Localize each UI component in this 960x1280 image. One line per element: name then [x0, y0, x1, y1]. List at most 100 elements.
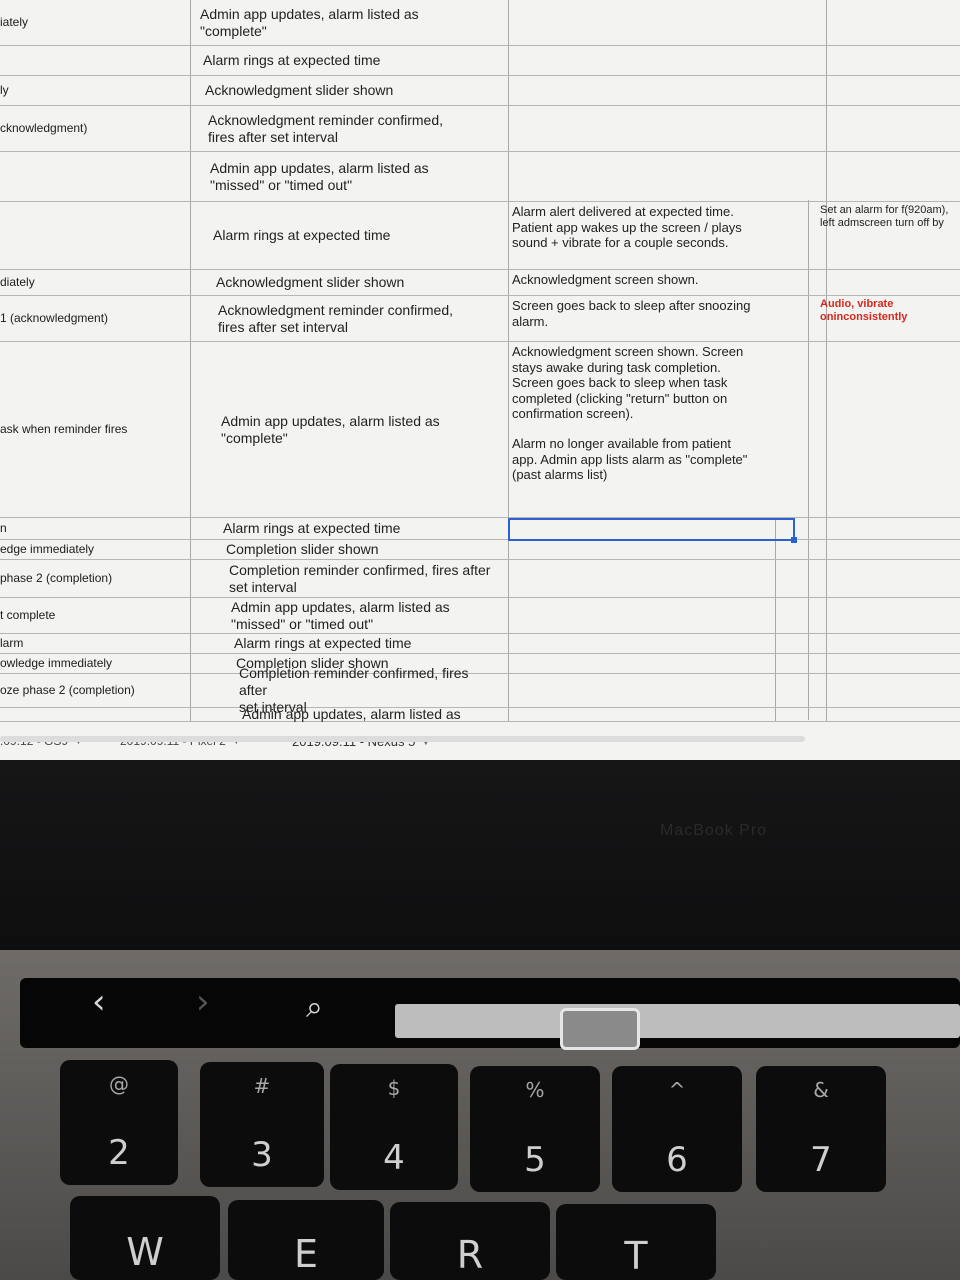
- cell-step[interactable]: larm: [0, 634, 190, 653]
- cell-text: (past alarms list): [512, 467, 608, 483]
- cell-actual-result[interactable]: [508, 654, 808, 673]
- cell-step[interactable]: [0, 152, 190, 201]
- cell-text: alarm.: [512, 313, 549, 329]
- cell-expected-result[interactable]: Admin app updates, alarm listed as "misse…: [227, 598, 504, 633]
- cell-actual-result[interactable]: Acknowledgment screen shown. Screen stays…: [508, 342, 808, 517]
- fill-handle[interactable]: [791, 537, 797, 543]
- key-character: 3: [251, 1135, 273, 1175]
- cell-step[interactable]: t complete: [0, 598, 190, 633]
- keyboard-key[interactable]: W: [70, 1196, 220, 1280]
- selected-cell[interactable]: [508, 518, 797, 543]
- cell-actual-result[interactable]: [508, 152, 808, 201]
- key-character: R: [456, 1233, 484, 1278]
- back-chevron-icon[interactable]: ‹: [92, 982, 106, 1022]
- keyboard-key[interactable]: #3: [200, 1062, 324, 1187]
- cell-expected-result[interactable]: Alarm rings at expected time: [209, 202, 504, 269]
- cell-step[interactable]: ly: [0, 76, 190, 105]
- keyboard-key[interactable]: @2: [60, 1060, 178, 1185]
- brand-label: MacBook Pro: [660, 822, 768, 839]
- cell-actual-result[interactable]: [508, 76, 808, 105]
- keyboard-key[interactable]: T: [556, 1204, 716, 1280]
- keyboard-key[interactable]: % 5: [470, 1066, 600, 1192]
- cell-notes[interactable]: Audio, vibrate oninconsistently: [816, 296, 960, 341]
- cell-expected-result[interactable]: Admin app updates, alarm listed as "misse…: [206, 152, 504, 201]
- cell-expected-result[interactable]: Admin app updates, alarm listed as: [238, 706, 504, 722]
- cell-step[interactable]: [0, 46, 190, 75]
- cell-expected-result[interactable]: Acknowledgment slider shown: [201, 76, 504, 105]
- cell-text: fires after set interval: [208, 128, 338, 145]
- cell-step[interactable]: 1 (acknowledgment): [0, 296, 190, 341]
- key-character: 6: [666, 1140, 688, 1180]
- cell-text: Set an alarm for f: [820, 204, 905, 216]
- cell-actual-result[interactable]: [508, 598, 808, 633]
- cell-actual-result[interactable]: [508, 708, 808, 721]
- key-shift-symbol: ^: [668, 1078, 686, 1102]
- table-row: edge immediately Completion slider shown: [0, 540, 960, 560]
- cell-text: app. Admin app lists alarm as "complete": [512, 451, 748, 467]
- cell-expected-result[interactable]: Completion slider shown: [222, 540, 504, 559]
- cell-text: confirmation screen).: [512, 406, 634, 422]
- cell-actual-result[interactable]: Acknowledgment screen shown.: [508, 270, 808, 295]
- table-row: Admin app updates, alarm listed as: [0, 706, 960, 722]
- cell-actual-result[interactable]: [508, 674, 808, 707]
- cell-text: Admin app updates, alarm listed as: [200, 5, 419, 22]
- cell-actual-result[interactable]: [508, 560, 808, 597]
- cell-step[interactable]: owledge immediately: [0, 654, 190, 673]
- cell-text: "complete": [200, 22, 267, 39]
- cell-actual-result[interactable]: [508, 0, 808, 45]
- cell-expected-result[interactable]: Admin app updates, alarm listed as "compl…: [196, 0, 504, 45]
- cell-step[interactable]: phase 2 (completion): [0, 560, 190, 597]
- cell-text: Acknowledgment slider shown: [216, 274, 405, 291]
- keyboard-key[interactable]: E: [228, 1200, 384, 1280]
- cell-actual-result[interactable]: Alarm alert delivered at expected time. P…: [508, 202, 808, 269]
- cell-step[interactable]: [0, 708, 190, 721]
- cell-text: set interval: [229, 578, 297, 595]
- tab-preview-strip[interactable]: [395, 1004, 960, 1038]
- cell-actual-result[interactable]: Screen goes back to sleep after snoozing…: [508, 296, 808, 341]
- table-row: t complete Admin app updates, alarm liste…: [0, 598, 960, 634]
- active-tab-thumbnail[interactable]: [560, 1008, 640, 1050]
- cell-expected-result[interactable]: Completion reminder confirmed, fires aft…: [225, 560, 504, 597]
- cell-step[interactable]: cknowledgment): [0, 106, 190, 151]
- cell-text: Completion slider shown: [226, 541, 379, 558]
- cell-expected-result[interactable]: Alarm rings at expected time: [219, 518, 504, 539]
- key-shift-symbol: %: [525, 1078, 545, 1102]
- cell-step[interactable]: edge immediately: [0, 540, 190, 559]
- keyboard-key[interactable]: ^ 6: [612, 1066, 742, 1192]
- cell-notes[interactable]: Set an alarm for f(920am), left admscree…: [816, 202, 960, 269]
- cell-actual-result[interactable]: [508, 46, 808, 75]
- cell-expected-result[interactable]: Acknowledgment reminder confirmed, fires …: [204, 106, 504, 151]
- cell-text: inconsistently: [833, 311, 908, 324]
- horizontal-scrollbar[interactable]: [0, 736, 805, 742]
- cell-text: sound + vibrate for a couple seconds.: [512, 235, 729, 251]
- cell-expected-result[interactable]: Alarm rings at expected time: [230, 634, 504, 653]
- cell-expected-result[interactable]: Alarm rings at expected time: [199, 46, 504, 75]
- cell-text: Acknowledgment reminder confirmed,: [208, 111, 443, 128]
- cell-actual-result[interactable]: [508, 540, 808, 559]
- key-character: E: [293, 1232, 318, 1276]
- cell-step[interactable]: [0, 202, 190, 269]
- cell-expected-result[interactable]: Completion reminder confirmed, fires aft…: [235, 665, 504, 715]
- keyboard-key[interactable]: R: [390, 1202, 550, 1280]
- keyboard-key[interactable]: & 7: [756, 1066, 886, 1192]
- cell-actual-result[interactable]: [508, 106, 808, 151]
- cell-text: Alarm rings at expected time: [234, 635, 412, 652]
- cell-expected-result[interactable]: Acknowledgment slider shown: [212, 270, 504, 295]
- cell-step[interactable]: iately: [0, 0, 190, 45]
- cell-expected-result[interactable]: Acknowledgment reminder confirmed, fires …: [214, 296, 504, 341]
- cell-step[interactable]: oze phase 2 (completion): [0, 674, 190, 707]
- key-character: 7: [810, 1140, 832, 1180]
- table-row: larm Alarm rings at expected time: [0, 634, 960, 654]
- cell-step[interactable]: diately: [0, 270, 190, 295]
- forward-chevron-icon[interactable]: ›: [196, 982, 210, 1022]
- cell-text: Acknowledgment reminder confirmed,: [218, 301, 453, 318]
- keyboard-key[interactable]: $4: [330, 1064, 458, 1190]
- cell-actual-result[interactable]: [508, 634, 808, 653]
- table-row: diately Acknowledgment slider shown Acknow…: [0, 270, 960, 296]
- spreadsheet-grid: iately Admin app updates, alarm listed as…: [0, 0, 960, 722]
- cell-expected-result[interactable]: Admin app updates, alarm listed as "compl…: [217, 342, 504, 517]
- cell-text: completed (clicking "return" button on: [512, 390, 728, 406]
- search-icon[interactable]: ⌕: [306, 990, 323, 1025]
- cell-step[interactable]: n: [0, 518, 190, 539]
- cell-step[interactable]: ask when reminder fires: [0, 342, 190, 517]
